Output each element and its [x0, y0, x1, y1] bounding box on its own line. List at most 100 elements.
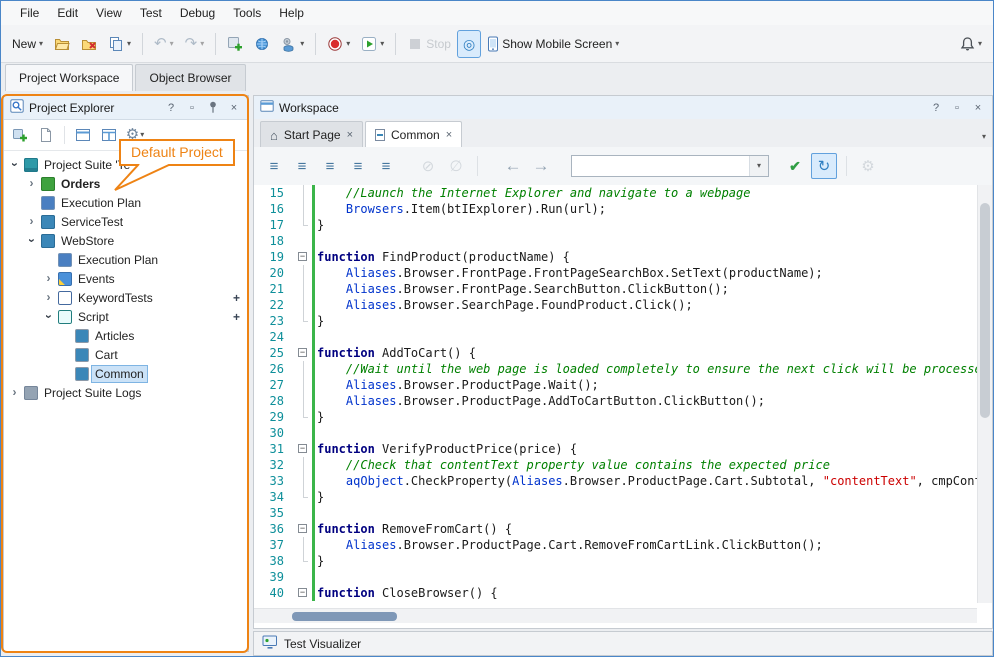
- editor-tab-start-page[interactable]: ⌂Start Page×: [260, 121, 363, 148]
- code-line-35[interactable]: 35: [254, 505, 977, 521]
- tree-collapsed-arrow-icon[interactable]: ›: [25, 177, 38, 190]
- code-line-16[interactable]: 16 Browsers.Item(btIExplorer).Run(url);: [254, 201, 977, 217]
- code-line-36[interactable]: 36−function RemoveFromCart() {: [254, 521, 977, 537]
- tab-project-workspace[interactable]: Project Workspace: [5, 64, 133, 91]
- notifications-button[interactable]: ▾: [955, 31, 987, 57]
- tree-item-articles[interactable]: Articles: [4, 326, 248, 345]
- code-line-30[interactable]: 30: [254, 425, 977, 441]
- code-line-24[interactable]: 24: [254, 329, 977, 345]
- code-line-38[interactable]: 38}: [254, 553, 977, 569]
- new-button[interactable]: New ▾: [7, 31, 48, 57]
- editor-settings-button[interactable]: ⚙: [856, 154, 880, 178]
- panel-view-button[interactable]: [72, 124, 94, 146]
- tree-item-project-suite-logs[interactable]: ›Project Suite Logs: [4, 383, 248, 402]
- auto-refresh-toggle[interactable]: ↻: [811, 153, 837, 179]
- code-line-22[interactable]: 22 Aliases.Browser.SearchPage.FoundProdu…: [254, 297, 977, 313]
- panel-split-button[interactable]: [98, 124, 120, 146]
- code-editor[interactable]: 15 //Launch the Internet Explorer and na…: [254, 185, 977, 603]
- code-line-33[interactable]: 33 aqObject.CheckProperty(Aliases.Browse…: [254, 473, 977, 489]
- tree-item-servicetest[interactable]: ›ServiceTest: [4, 212, 248, 231]
- add-project-button[interactable]: [9, 124, 31, 146]
- combobox-dropdown-button[interactable]: ▾: [749, 156, 768, 176]
- stop-button[interactable]: Stop: [402, 31, 456, 57]
- navigate-back-button[interactable]: ←: [501, 154, 525, 178]
- uncomment-code-button[interactable]: ≡: [290, 154, 314, 178]
- horizontal-scrollbar-thumb[interactable]: [292, 612, 397, 621]
- tree-item-events[interactable]: ›Events: [4, 269, 248, 288]
- code-line-31[interactable]: 31−function VerifyProductPrice(price) {: [254, 441, 977, 457]
- close-panel-button[interactable]: ×: [226, 102, 242, 114]
- run-button[interactable]: ▾: [356, 31, 389, 57]
- undo-button[interactable]: ↶ ▾: [149, 31, 179, 57]
- close-project-button[interactable]: [76, 31, 102, 57]
- editor-tab-common[interactable]: Common×: [365, 121, 462, 148]
- indent-button[interactable]: ≡: [318, 154, 342, 178]
- fold-collapse-icon[interactable]: −: [298, 252, 307, 261]
- code-line-18[interactable]: 18: [254, 233, 977, 249]
- code-line-34[interactable]: 34}: [254, 489, 977, 505]
- horizontal-scrollbar[interactable]: [254, 608, 977, 623]
- tools-button[interactable]: ▾: [276, 31, 309, 57]
- tree-expanded-arrow-icon[interactable]: ›: [25, 234, 38, 247]
- menu-help[interactable]: Help: [270, 2, 313, 24]
- close-tab-icon[interactable]: ×: [446, 129, 452, 141]
- tree-item-common[interactable]: Common: [4, 364, 248, 383]
- tree-item-execution-plan[interactable]: Execution Plan: [4, 250, 248, 269]
- close-panel-button[interactable]: ×: [970, 102, 986, 114]
- tab-list-dropdown[interactable]: ▾: [982, 128, 986, 142]
- record-button[interactable]: ▾: [322, 31, 355, 57]
- tree-item-execution-plan[interactable]: Execution Plan: [4, 193, 248, 212]
- code-line-28[interactable]: 28 Aliases.Browser.ProductPage.AddToCart…: [254, 393, 977, 409]
- copy-button[interactable]: ▾: [103, 31, 136, 57]
- tree-expanded-arrow-icon[interactable]: ›: [8, 158, 21, 171]
- help-button[interactable]: ?: [163, 102, 179, 114]
- tree-item-cart[interactable]: Cart: [4, 345, 248, 364]
- tree-item-script[interactable]: ›Script+: [4, 307, 248, 326]
- code-line-23[interactable]: 23}: [254, 313, 977, 329]
- redo-button[interactable]: ↷ ▾: [180, 31, 210, 57]
- tree-collapsed-arrow-icon[interactable]: ›: [42, 272, 55, 285]
- code-line-40[interactable]: 40−function CloseBrowser() {: [254, 585, 977, 601]
- menu-debug[interactable]: Debug: [171, 2, 224, 24]
- tree-item-keywordtests[interactable]: ›KeywordTests+: [4, 288, 248, 307]
- code-line-15[interactable]: 15 //Launch the Internet Explorer and na…: [254, 185, 977, 201]
- tab-object-browser[interactable]: Object Browser: [135, 64, 245, 91]
- float-button[interactable]: ▫: [949, 102, 965, 114]
- tree-collapsed-arrow-icon[interactable]: ›: [42, 291, 55, 304]
- code-line-17[interactable]: 17}: [254, 217, 977, 233]
- add-child-button[interactable]: +: [233, 310, 240, 324]
- open-button[interactable]: [49, 31, 75, 57]
- code-line-39[interactable]: 39: [254, 569, 977, 585]
- comment-code-button[interactable]: ≡: [262, 154, 286, 178]
- code-line-32[interactable]: 32 //Check that contentText property val…: [254, 457, 977, 473]
- fold-collapse-icon[interactable]: −: [298, 524, 307, 533]
- tree-expanded-arrow-icon[interactable]: ›: [42, 310, 55, 323]
- vertical-scrollbar[interactable]: [977, 185, 992, 603]
- menu-test[interactable]: Test: [131, 2, 171, 24]
- vertical-scrollbar-thumb[interactable]: [980, 203, 990, 418]
- fold-collapse-icon[interactable]: −: [298, 348, 307, 357]
- pin-button[interactable]: [205, 101, 221, 114]
- float-button[interactable]: ▫: [184, 102, 200, 114]
- tree-collapsed-arrow-icon[interactable]: ›: [25, 215, 38, 228]
- help-button[interactable]: ?: [928, 102, 944, 114]
- add-child-button[interactable]: +: [233, 291, 240, 305]
- show-mobile-screen-button[interactable]: Show Mobile Screen ▾: [482, 31, 624, 57]
- whitespace-button[interactable]: ∅: [444, 154, 468, 178]
- syntax-check-button[interactable]: ✔: [783, 154, 807, 178]
- menu-tools[interactable]: Tools: [224, 2, 270, 24]
- code-line-21[interactable]: 21 Aliases.Browser.FrontPage.SearchButto…: [254, 281, 977, 297]
- menu-file[interactable]: File: [11, 2, 48, 24]
- code-line-25[interactable]: 25−function AddToCart() {: [254, 345, 977, 361]
- disabled-tool-button[interactable]: ⊘: [416, 154, 440, 178]
- test-visualizer-toggle[interactable]: ◎: [457, 30, 481, 58]
- fold-collapse-icon[interactable]: −: [298, 588, 307, 597]
- close-tab-icon[interactable]: ×: [347, 129, 353, 141]
- code-line-29[interactable]: 29}: [254, 409, 977, 425]
- format-code-button[interactable]: ≡: [374, 154, 398, 178]
- add-file-button[interactable]: [35, 124, 57, 146]
- code-line-20[interactable]: 20 Aliases.Browser.FrontPage.FrontPageSe…: [254, 265, 977, 281]
- code-line-26[interactable]: 26 //Wait until the web page is loaded c…: [254, 361, 977, 377]
- checkpoint-button[interactable]: [249, 31, 275, 57]
- symbol-combobox[interactable]: ▾: [571, 155, 769, 177]
